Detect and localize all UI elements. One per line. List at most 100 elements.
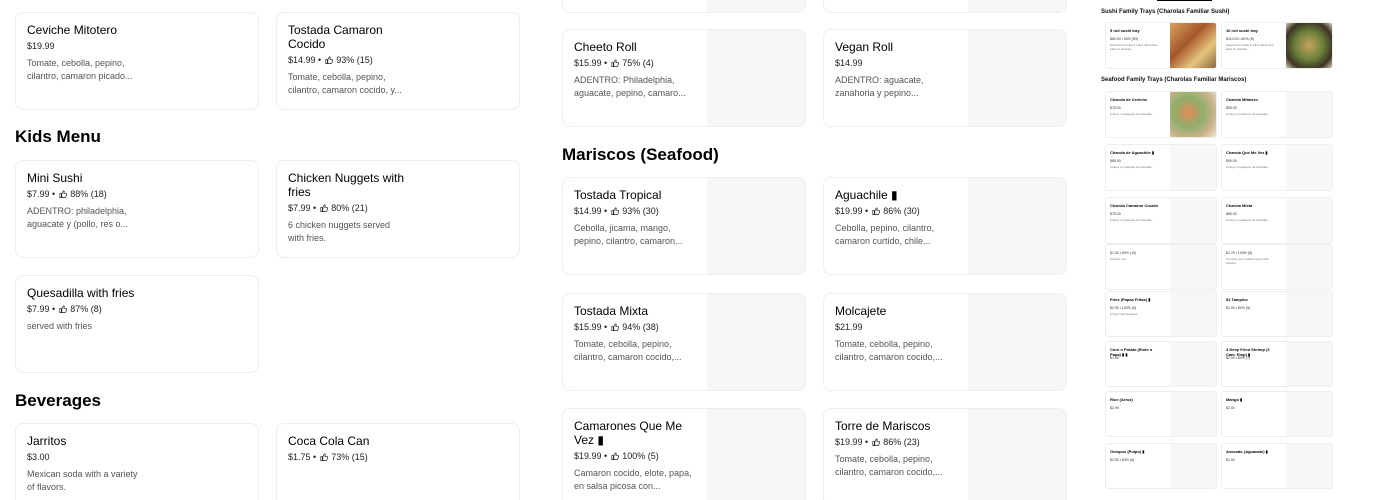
menu-item-card[interactable]: Tostada Tropical $14.99 • 93% (30) Cebol… bbox=[562, 177, 806, 275]
mini-menu-item-card[interactable]: Charola de Ceviche $75.00 incluye un paque… bbox=[1105, 91, 1217, 138]
card-edge bbox=[562, 0, 806, 13]
item-description: Camaron cocido, elote, papa, en salsa pi… bbox=[574, 468, 692, 491]
item-meta: $7.99 • 80% (21) bbox=[288, 203, 368, 213]
mini-item-image bbox=[1170, 342, 1216, 386]
mini-menu-item-card[interactable]: Mango ▮ $2.00 bbox=[1221, 391, 1333, 437]
thumbs-up-icon bbox=[611, 58, 619, 67]
mini-menu-item-card[interactable]: Avocado (Aguacate) ▮ $1.99 bbox=[1221, 443, 1333, 489]
item-image bbox=[968, 178, 1066, 274]
mini-menu-item-card[interactable]: Charola Mixta $85.00 incluye un paquete de… bbox=[1221, 197, 1333, 244]
item-description: ADENTRO: Philadelphia, aguacate, pepino,… bbox=[574, 75, 686, 98]
mini-menu-item-card[interactable]: Rice (Arroz) $2.99 bbox=[1105, 391, 1217, 437]
mini-menu-item-card[interactable]: Corn n Potato (Elote o Papa) ▮ ▮ $1.00 bbox=[1105, 341, 1217, 387]
thumbs-up-icon bbox=[611, 322, 619, 331]
menu-item-card[interactable]: Molcajete $21.99 Tomate, cebolla, pepino… bbox=[823, 293, 1067, 391]
mini-item-description: Crispy fried potatoes bbox=[1110, 312, 1138, 316]
mini-menu-item-card[interactable]: Fries (Papas Fritas) ▮ $2.99 • 100% (5) Cr… bbox=[1105, 291, 1217, 337]
mini-item-title: Charola Mixta bbox=[1226, 203, 1253, 208]
section-heading-kids: Kids Menu bbox=[15, 127, 101, 146]
item-description: 6 chicken nuggets served with fries. bbox=[288, 220, 391, 243]
menu-item-card[interactable]: Coca Cola Can $1.75 • 73% (15) bbox=[276, 423, 520, 500]
mini-item-image bbox=[1170, 444, 1216, 488]
thumbs-up-icon bbox=[320, 452, 328, 461]
mini-item-price: $1.00 bbox=[1110, 356, 1119, 360]
mini-menu-item-card[interactable]: $1.00 • 80% (10) Choose one bbox=[1105, 244, 1217, 290]
item-title: Jarritos bbox=[27, 434, 67, 448]
mini-item-image bbox=[1286, 292, 1332, 336]
item-price: $1.75 bbox=[288, 452, 311, 462]
item-description: Cebolla, pepino, cilantro, camaron curti… bbox=[835, 223, 935, 246]
item-price: $21.99 bbox=[835, 322, 863, 332]
mini-menu-item-card[interactable]: 3 Deep Fried Shrimp (3 Cam. Emp) ▮ $2.99 … bbox=[1221, 341, 1333, 387]
item-price: $15.99 bbox=[574, 58, 602, 68]
thumbs-up-icon bbox=[59, 304, 67, 313]
mini-item-image bbox=[1286, 23, 1332, 68]
item-title: Ceviche Mitotero bbox=[27, 23, 118, 37]
item-image bbox=[707, 409, 805, 500]
item-description: served with fries bbox=[27, 321, 93, 331]
item-meta: $19.99 • 100% (5) bbox=[574, 451, 659, 461]
mini-menu-item-card[interactable]: $1.75 • 100% (8) Crunchy corn tortilla to… bbox=[1221, 244, 1333, 290]
mini-panel: Sushi Family Trays (Charolas Familiar Su… bbox=[1095, 0, 1400, 500]
item-title: Molcajete bbox=[835, 304, 887, 318]
mini-item-image bbox=[1286, 145, 1332, 190]
item-title: Quesadilla with fries bbox=[27, 286, 135, 300]
item-title: Tostada Camaron Cocido bbox=[288, 23, 383, 51]
mini-menu-item-card[interactable]: Charola Camaron Cocido $75.00 incluye un p… bbox=[1105, 197, 1217, 244]
item-image bbox=[707, 294, 805, 390]
menu-item-card[interactable]: Ceviche Mitotero $19.99 Tomate, cebolla,… bbox=[15, 12, 259, 110]
item-rating: 75% (4) bbox=[622, 58, 654, 68]
section-heading-mariscos: Mariscos (Seafood) bbox=[562, 145, 719, 164]
mini-item-description: Crunchy corn tortilla topped with variou… bbox=[1226, 257, 1269, 265]
item-rating: 100% (5) bbox=[622, 451, 659, 461]
thumbs-up-icon bbox=[611, 206, 619, 215]
item-rating: 86% (30) bbox=[883, 206, 920, 216]
menu-item-card[interactable]: Jarritos $3.00 Mexican soda with a varie… bbox=[15, 423, 259, 500]
item-title: Torre de Mariscos bbox=[835, 419, 931, 433]
item-price: $14.99 bbox=[835, 58, 863, 68]
mini-item-image bbox=[1170, 92, 1216, 137]
item-description: Cebolla, jicama, mango, pepino, cilantro… bbox=[574, 223, 683, 246]
mini-item-price: $2.99 bbox=[1110, 406, 1119, 410]
menu-item-card[interactable]: Chicken Nuggets with fries $7.99 • 80% (… bbox=[276, 160, 520, 258]
item-image bbox=[707, 178, 805, 274]
mini-item-title: Charola Mitotero bbox=[1226, 97, 1258, 102]
menu-item-card[interactable]: Mini Sushi $7.99 • 88% (18) ADENTRO: phi… bbox=[15, 160, 259, 258]
mini-item-price: $60.00 • 83% (53) bbox=[1110, 37, 1139, 41]
item-title: Camarones Que Me Vez ▮ bbox=[574, 419, 683, 447]
mini-item-image bbox=[1170, 198, 1216, 243]
menu-item-card[interactable]: Tostada Camaron Cocido $14.99 • 93% (15)… bbox=[276, 12, 520, 110]
mini-item-price: $2.00 bbox=[1226, 406, 1235, 410]
mini-menu-item-card[interactable]: $1 Tampico $1.99 • 80% (5) bbox=[1221, 291, 1333, 337]
mini-item-description: incluye un paquete de tostadas... bbox=[1110, 218, 1155, 222]
mini-menu-item-card[interactable]: Charola Mitotero $95.00 incluye un paquete… bbox=[1221, 91, 1333, 138]
mini-item-image bbox=[1170, 292, 1216, 336]
mini-item-description: incluye un paquete de tostadas... bbox=[1226, 218, 1271, 222]
item-image bbox=[707, 30, 805, 126]
menu-item-card[interactable]: Camarones Que Me Vez ▮ $19.99 • 100% (5)… bbox=[562, 408, 806, 500]
mini-menu-item-card[interactable]: 10 roll sushi tray $110.00 • 80% (8) Selec… bbox=[1221, 22, 1333, 69]
menu-item-card[interactable]: Cheeto Roll $15.99 • 75% (4) ADENTRO: Ph… bbox=[562, 29, 806, 127]
menu-item-card[interactable]: Aguachile ▮ $19.99 • 86% (30) Cebolla, p… bbox=[823, 177, 1067, 275]
menu-item-card[interactable]: Tostada Mixta $15.99 • 94% (38) Tomate, … bbox=[562, 293, 806, 391]
mini-menu-item-card[interactable]: 5 roll sushi tray $60.00 • 83% (53) Selecc… bbox=[1105, 22, 1217, 69]
mini-item-price: $1.99 • 80% (5) bbox=[1226, 306, 1251, 310]
item-rating: 80% (21) bbox=[331, 203, 368, 213]
mini-menu-item-card[interactable]: Charola Que Me Vez ▮ $90.00 incluye un paq… bbox=[1221, 144, 1333, 191]
item-rating: 93% (30) bbox=[622, 206, 659, 216]
item-description: Tomate, cebolla, pepino, cilantro, camar… bbox=[835, 339, 943, 362]
item-rating: 94% (38) bbox=[622, 322, 659, 332]
mini-menu-item-card[interactable]: Charola de Aguachile ▮ $85.00 incluye un p… bbox=[1105, 144, 1217, 191]
mini-item-price: $2.99 • 100% (5) bbox=[1110, 306, 1137, 310]
menu-item-card[interactable]: Quesadilla with fries $7.99 • 87% (8) se… bbox=[15, 275, 259, 373]
item-price: $7.99 bbox=[288, 203, 311, 213]
item-price: $19.99 bbox=[835, 206, 863, 216]
menu-item-card[interactable]: Vegan Roll $14.99 ADENTRO: aguacate, zan… bbox=[823, 29, 1067, 127]
item-title: Aguachile ▮ bbox=[835, 188, 898, 202]
item-meta: $7.99 • 88% (18) bbox=[27, 189, 107, 199]
item-meta: $15.99 • 94% (38) bbox=[574, 322, 659, 332]
mini-item-description: incluye un paquete de tostadas... bbox=[1110, 165, 1155, 169]
menu-item-card[interactable]: Torre de Mariscos $19.99 • 86% (23) Toma… bbox=[823, 408, 1067, 500]
mini-menu-item-card[interactable]: Octopus (Pulpo) ▮ $2.50 • 83% (6) bbox=[1105, 443, 1217, 489]
item-price: $7.99 bbox=[27, 189, 50, 199]
